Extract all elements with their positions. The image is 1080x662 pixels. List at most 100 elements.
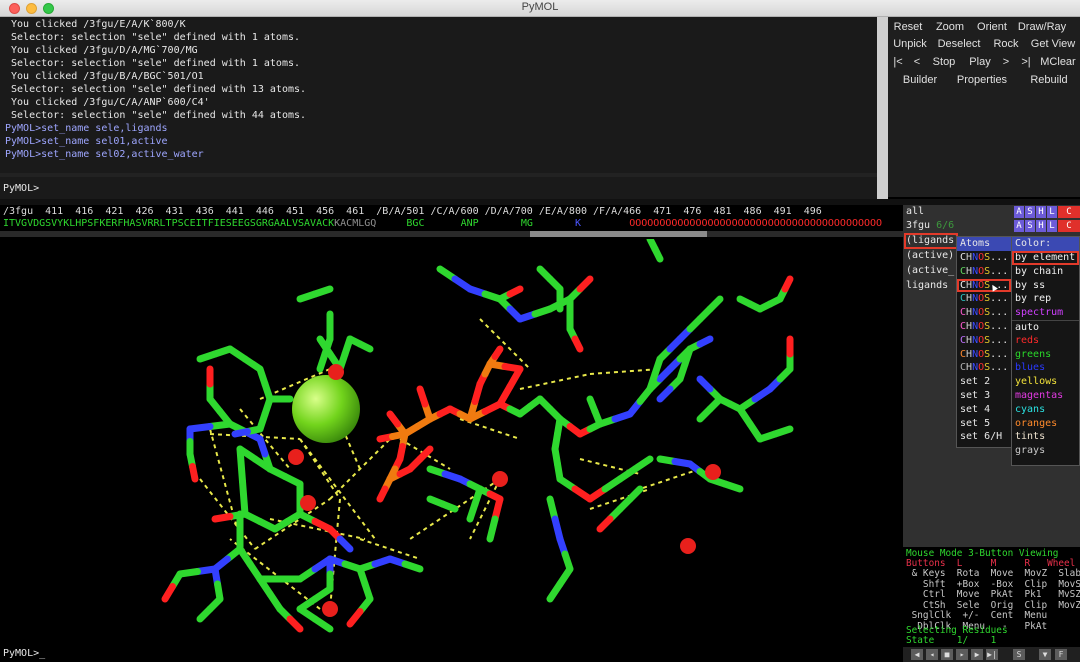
label-button[interactable]: L bbox=[1047, 206, 1057, 218]
bond[interactable] bbox=[721, 480, 744, 493]
chevron-down-icon[interactable]: ▼ bbox=[1039, 649, 1051, 660]
menu-item-element-scheme[interactable]: CHNOS... bbox=[957, 292, 1011, 306]
console-output[interactable]: You clicked /3fgu/E/A/K`800/K Selector: … bbox=[0, 17, 877, 173]
orient-button[interactable]: Orient bbox=[973, 18, 1011, 36]
bond[interactable] bbox=[706, 295, 724, 313]
sequence-scroll-thumb[interactable] bbox=[530, 231, 707, 237]
menu-item-set-6-h[interactable]: set 6/H bbox=[957, 430, 1011, 444]
action-button[interactable]: A bbox=[1014, 206, 1024, 218]
bond[interactable] bbox=[491, 345, 504, 360]
fullscreen-button[interactable]: F bbox=[1055, 649, 1067, 660]
get-view-button[interactable]: Get View bbox=[1028, 35, 1078, 53]
menu-item-color-reds[interactable]: reds bbox=[1012, 334, 1079, 348]
menu-item-color-by-element[interactable]: by element bbox=[1012, 251, 1079, 265]
water-molecule[interactable] bbox=[300, 495, 316, 511]
water-molecule[interactable] bbox=[705, 464, 721, 480]
play-button[interactable]: Play bbox=[964, 53, 996, 71]
action-button[interactable]: A bbox=[1014, 220, 1024, 232]
menu-item-set-2[interactable]: set 2 bbox=[957, 375, 1011, 389]
hide-button[interactable]: H bbox=[1036, 220, 1046, 232]
sequence-scroll-track[interactable] bbox=[0, 231, 903, 237]
menu-item-color-greens[interactable]: greens bbox=[1012, 348, 1079, 362]
molecule-viewport[interactable] bbox=[0, 239, 903, 647]
menu-item-element-scheme[interactable]: CHNOS... bbox=[957, 361, 1011, 375]
viewport-command-prompt[interactable]: PyMOL>_ bbox=[0, 647, 903, 662]
rock-button[interactable]: Rock bbox=[988, 35, 1024, 53]
menu-item-color-cyans[interactable]: cyans bbox=[1012, 403, 1079, 417]
first-frame-button[interactable]: |< bbox=[889, 53, 907, 71]
sequence-ligand-anp[interactable]: ANP bbox=[461, 218, 479, 229]
console-scrollbar[interactable] bbox=[877, 17, 888, 173]
bond[interactable] bbox=[631, 455, 654, 473]
unpick-button[interactable]: Unpick bbox=[890, 35, 930, 53]
command-input[interactable]: PyMOL> bbox=[0, 177, 888, 200]
bond[interactable] bbox=[189, 463, 199, 483]
menu-item-color-by-ss[interactable]: by ss bbox=[1012, 279, 1079, 293]
mclear-button[interactable]: MClear bbox=[1038, 53, 1078, 71]
menu-item-color-by-chain[interactable]: by chain bbox=[1012, 265, 1079, 279]
bond[interactable] bbox=[781, 275, 794, 293]
stop-icon[interactable]: ■ bbox=[941, 649, 953, 660]
menu-item-element-scheme[interactable]: CHNOS... bbox=[957, 306, 1011, 320]
water-molecule[interactable] bbox=[680, 538, 696, 554]
sequence-toggle-button[interactable]: S bbox=[1013, 649, 1025, 660]
prev-frame-button[interactable]: < bbox=[910, 53, 924, 71]
bond[interactable] bbox=[696, 335, 714, 348]
sequence-water-residues[interactable]: OOOOOOOOOOOOOOOOOOOOOOOOOOOOOOOOOOOOOOOO… bbox=[629, 218, 882, 229]
bond[interactable] bbox=[386, 410, 401, 428]
bond[interactable] bbox=[486, 515, 499, 543]
fast-forward-icon[interactable]: ▶ bbox=[971, 649, 983, 660]
menu-item-color-by-rep[interactable]: by rep bbox=[1012, 292, 1079, 306]
mouse-mode-panel[interactable]: Mouse Mode 3-Button Viewing Buttons L M … bbox=[903, 547, 1080, 647]
menu-item-set-5[interactable]: set 5 bbox=[957, 417, 1011, 431]
end-icon[interactable]: ▶| bbox=[986, 649, 998, 660]
menu-item-color-oranges[interactable]: oranges bbox=[1012, 417, 1079, 431]
sequence-viewer[interactable]: /3fgu 411 416 421 426 431 436 441 446 45… bbox=[0, 205, 903, 239]
bond[interactable] bbox=[311, 285, 334, 298]
menu-item-color-magentas[interactable]: magentas bbox=[1012, 389, 1079, 403]
hide-button[interactable]: H bbox=[1036, 206, 1046, 218]
bond[interactable] bbox=[401, 560, 424, 573]
water-molecule[interactable] bbox=[288, 449, 304, 465]
menu-item-color-grays[interactable]: grays bbox=[1012, 444, 1079, 458]
builder-button[interactable]: Builder bbox=[896, 71, 944, 89]
water-molecule[interactable] bbox=[492, 471, 508, 487]
menu-item-element-scheme[interactable]: CHNOS... bbox=[957, 265, 1011, 279]
bond[interactable] bbox=[311, 615, 334, 633]
bond[interactable] bbox=[356, 340, 374, 353]
bond[interactable] bbox=[336, 535, 354, 553]
bond[interactable] bbox=[571, 335, 584, 353]
sequence-ligand-bgc[interactable]: BGC bbox=[406, 218, 424, 229]
bond[interactable] bbox=[239, 478, 249, 518]
sequence-ligand-mg[interactable]: MG bbox=[521, 218, 533, 229]
bond[interactable] bbox=[496, 383, 514, 408]
bond[interactable] bbox=[286, 615, 304, 633]
bond[interactable] bbox=[466, 500, 479, 523]
bond[interactable] bbox=[546, 580, 564, 603]
deselect-button[interactable]: Deselect bbox=[934, 35, 984, 53]
show-button[interactable]: S bbox=[1025, 206, 1035, 218]
bond[interactable] bbox=[161, 583, 176, 603]
menu-item-element-scheme[interactable]: CHNOS... bbox=[957, 334, 1011, 348]
label-button[interactable]: L bbox=[1047, 220, 1057, 232]
bond[interactable] bbox=[196, 605, 214, 623]
menu-item-color-yellows[interactable]: yellows bbox=[1012, 375, 1079, 389]
bond[interactable] bbox=[416, 445, 434, 463]
bond[interactable] bbox=[236, 445, 246, 485]
menu-item-element-scheme[interactable]: CHNOS... bbox=[957, 348, 1011, 362]
bond[interactable] bbox=[231, 428, 251, 438]
reset-button[interactable]: Reset bbox=[890, 18, 926, 36]
zoom-button[interactable]: Zoom bbox=[932, 18, 968, 36]
rewind-icon[interactable]: ◀ bbox=[911, 649, 923, 660]
rebuild-button[interactable]: Rebuild bbox=[1026, 71, 1072, 89]
menu-item-element-scheme[interactable]: CHNOS... bbox=[957, 320, 1011, 334]
properties-button[interactable]: Properties bbox=[954, 71, 1010, 89]
bond[interactable] bbox=[416, 385, 429, 408]
bond[interactable] bbox=[596, 515, 614, 533]
bond[interactable] bbox=[376, 485, 389, 503]
color-button[interactable]: C bbox=[1058, 220, 1080, 232]
forward-icon[interactable]: ▸ bbox=[956, 649, 968, 660]
menu-item-element-scheme[interactable]: CHNOS... ▲ bbox=[957, 278, 1011, 293]
bond[interactable] bbox=[506, 285, 524, 298]
menu-item-element-scheme[interactable]: CHNOS... bbox=[957, 251, 1011, 265]
